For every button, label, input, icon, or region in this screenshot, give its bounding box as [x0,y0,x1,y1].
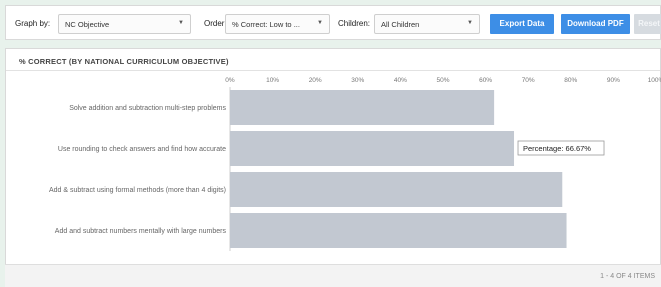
category-label: Solve addition and subtraction multi-ste… [69,105,226,112]
x-tick-label: 80% [564,77,577,84]
tooltip: Percentage: 66.67% [517,140,605,156]
category-labels: Solve addition and subtraction multi-ste… [49,105,227,235]
tooltip-text: Percentage: 66.67% [523,144,591,153]
category-label: Add and subtract numbers mentally with l… [55,228,227,235]
x-tick-label: 10% [266,77,279,84]
x-axis: 0% 10% 20% 30% 40% 50% 60% 70% 80% 90% 100% [225,77,661,84]
order-value: % Correct: Low to ... [232,20,300,29]
order-select[interactable]: % Correct: Low to ... ▼ [225,14,330,34]
graph-by-select[interactable]: NC Objective ▼ [58,14,191,34]
x-tick-label: 90% [607,77,620,84]
graph-by-value: NC Objective [65,20,110,29]
category-label: Add & subtract using formal methods (mor… [49,187,226,194]
bar[interactable] [230,90,495,125]
pager-text: 1 - 4 OF 4 ITEMS [600,273,655,280]
x-tick-label: 40% [394,77,407,84]
x-tick-label: 30% [351,77,364,84]
children-label: Children: [338,19,371,28]
category-label: Use rounding to check answers and find h… [58,146,226,153]
bar-chart: 0% 10% 20% 30% 40% 50% 60% 70% 80% 90% 100% Solve … [49,77,661,251]
x-tick-label: 20% [309,77,322,84]
children-select[interactable]: All Children ▼ [374,14,480,34]
order-label: Order: [204,19,227,28]
x-tick-label: 60% [479,77,492,84]
chevron-down-icon: ▼ [317,20,323,26]
x-tick-label: 100% [648,77,661,84]
toolbar: Graph by: NC Objective ▼ Order: % Correc… [5,5,661,40]
pager: 1 - 4 OF 4 ITEMS [5,264,661,287]
x-tick-label: 0% [225,77,235,84]
chart-panel: % CORRECT (BY NATIONAL CURRICULUM OBJECT… [5,48,661,287]
chevron-down-icon: ▼ [467,20,473,26]
graph-by-label: Graph by: [15,19,51,28]
bar[interactable] [230,131,515,166]
x-tick-label: 50% [436,77,449,84]
chevron-down-icon: ▼ [178,20,184,26]
x-tick-label: 70% [522,77,535,84]
bar[interactable] [230,213,567,248]
panel-title: % CORRECT (BY NATIONAL CURRICULUM OBJECT… [6,49,660,71]
bars [230,90,567,248]
export-data-button[interactable]: Export Data [490,14,554,34]
children-value: All Children [381,20,420,29]
reset-button[interactable]: Reset [634,14,661,34]
bar[interactable] [230,172,563,207]
download-pdf-button[interactable]: Download PDF [561,14,630,34]
